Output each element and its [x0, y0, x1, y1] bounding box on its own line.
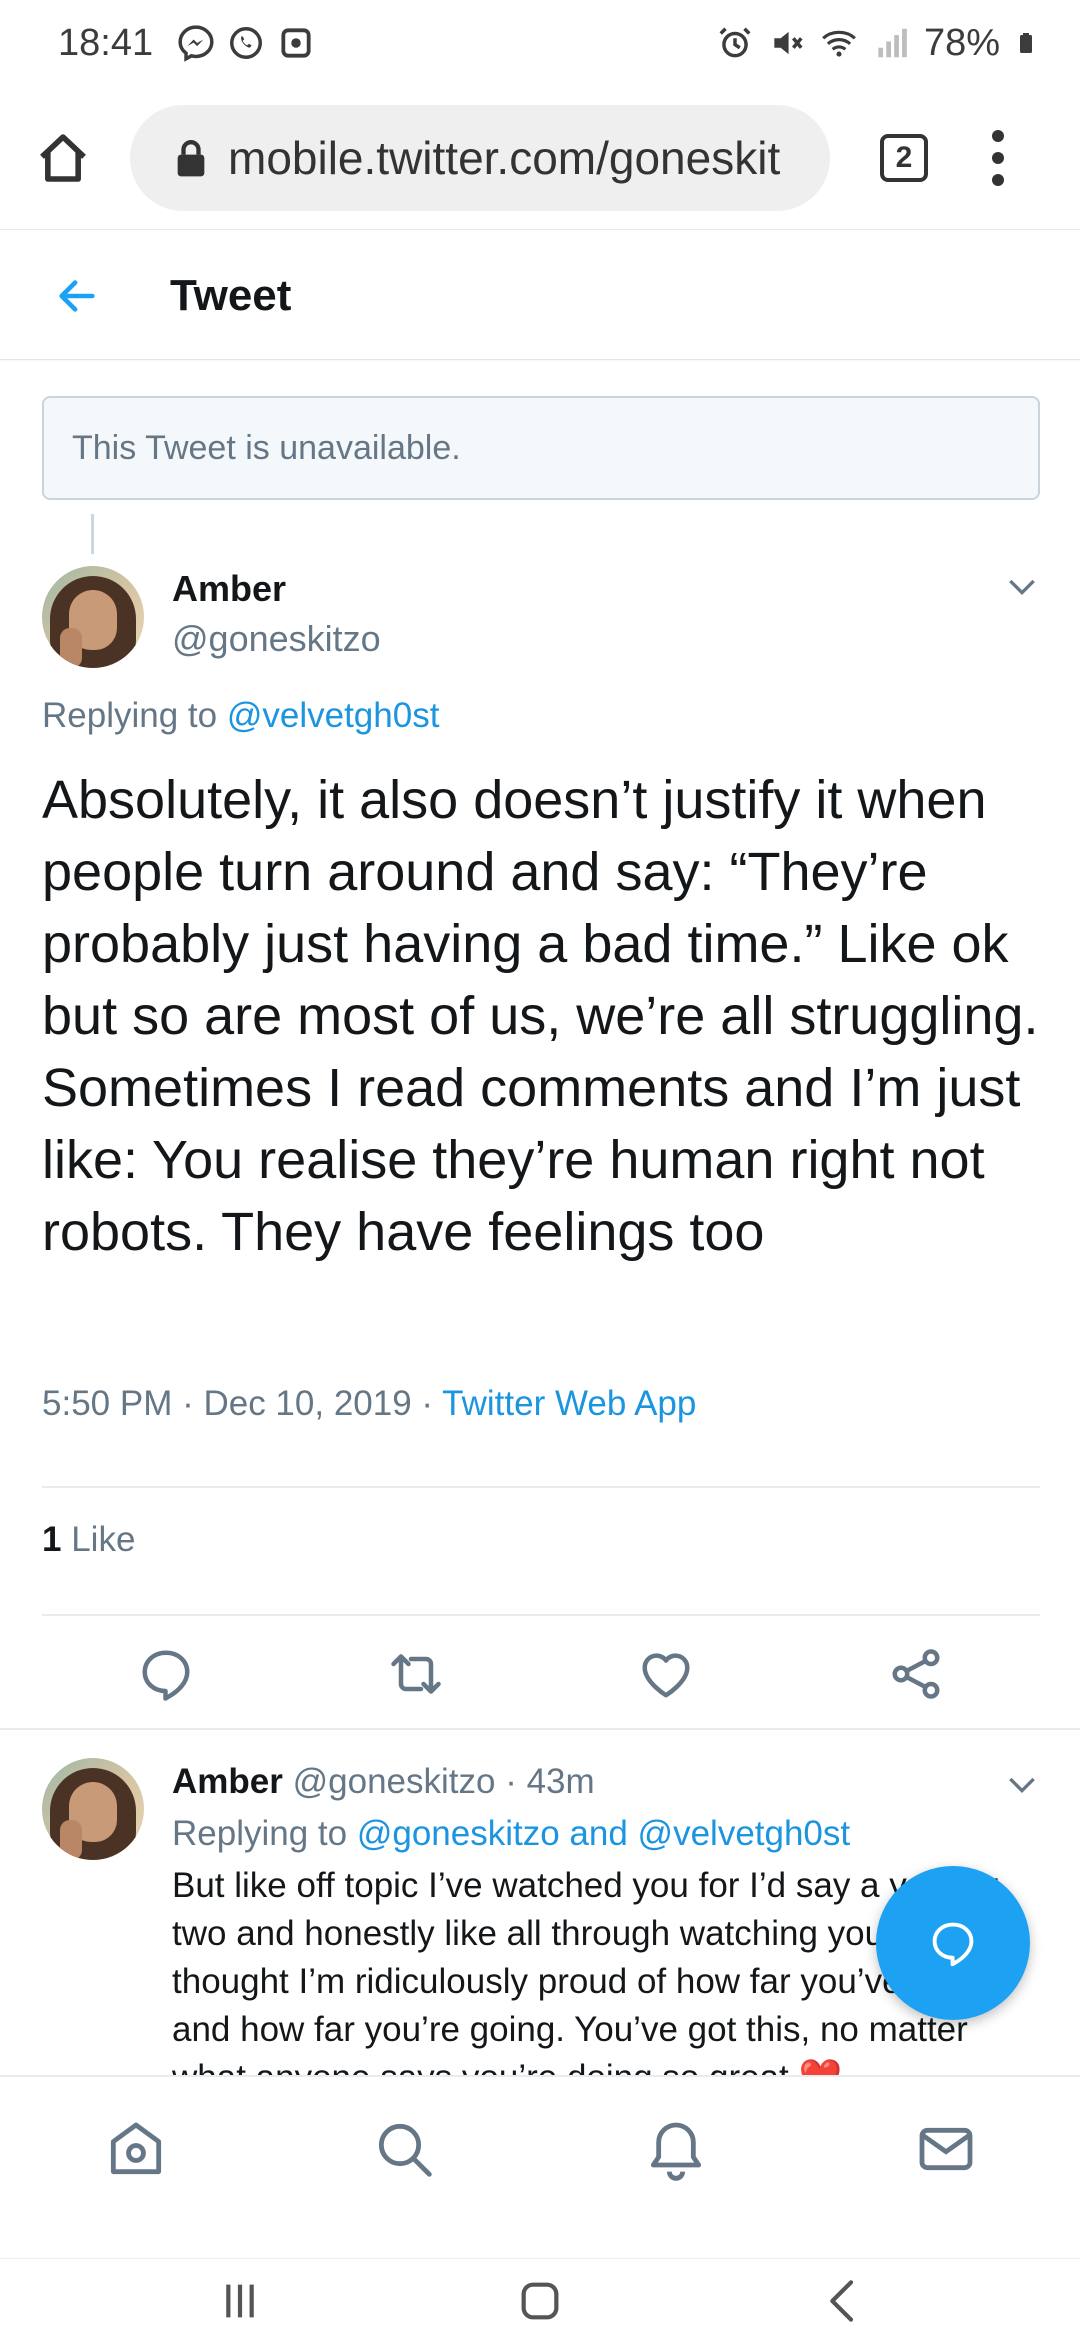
status-bar: 18:41 78% [0, 0, 1080, 86]
replying-to-link[interactable]: @goneskitzo and @velvetgh0st [357, 1814, 850, 1853]
author-handle[interactable]: @goneskitzo [172, 618, 381, 660]
reply-icon[interactable] [136, 1644, 196, 1704]
back-arrow-icon [59, 279, 95, 312]
page-header: Tweet [0, 232, 1080, 360]
retweet-icon[interactable] [386, 1644, 446, 1704]
messenger-icon [178, 25, 214, 62]
lock-icon [177, 139, 205, 176]
wifi-icon [822, 30, 856, 57]
system-navigation-bar [0, 2258, 1080, 2340]
menu-dot-icon [992, 129, 1004, 142]
likes-count[interactable]: 1 Like [42, 1520, 135, 1560]
compose-bubble-icon [932, 1922, 974, 1967]
browser-menu-button[interactable] [988, 129, 1008, 186]
avatar[interactable] [42, 566, 144, 668]
messages-icon[interactable] [914, 2117, 978, 2181]
replying-prefix: Replying to [172, 1814, 348, 1853]
address-bar[interactable]: mobile.twitter.com/goneskit [130, 104, 830, 211]
reply-age[interactable]: 43m [527, 1762, 595, 1801]
whatsapp-icon [230, 27, 263, 59]
like-icon[interactable] [636, 1644, 696, 1704]
divider [0, 1728, 1080, 1730]
tweet-actions [0, 1614, 1080, 1701]
author-name[interactable]: Amber [172, 568, 286, 610]
clock: 18:41 [58, 21, 154, 64]
page-title: Tweet [170, 270, 292, 320]
browser-home-button[interactable] [26, 121, 100, 195]
reply-header: Amber @goneskitzo · 43m [172, 1762, 595, 1801]
tweet-source[interactable]: Twitter Web App [442, 1384, 696, 1423]
home-icon[interactable] [104, 2117, 168, 2181]
tweet-text: Absolutely, it also doesn’t justify it w… [42, 770, 1039, 1262]
battery-icon [1020, 33, 1032, 53]
home-outline-icon [40, 133, 86, 182]
menu-dot-icon [992, 151, 1004, 164]
mute-icon [774, 31, 803, 55]
tweet-date[interactable]: Dec 10, 2019 [203, 1384, 411, 1423]
menu-dot-icon [992, 173, 1004, 186]
search-icon[interactable] [372, 2117, 436, 2181]
tab-switcher-button[interactable]: 2 [880, 133, 928, 182]
replying-prefix: Replying to [42, 696, 218, 735]
unavailable-tweet-notice: This Tweet is unavailable. [42, 396, 1040, 500]
reply-replying-to: Replying to @goneskitzo and @velvetgh0st [172, 1814, 850, 1854]
replying-to-link[interactable]: @velvetgh0st [227, 696, 440, 735]
url-text: mobile.twitter.com/goneskit [228, 131, 781, 184]
chevron-down-icon[interactable] [1002, 566, 1042, 606]
replying-to: Replying to @velvetgh0st [42, 696, 439, 736]
divider [42, 1486, 1040, 1488]
signal-icon [878, 28, 907, 58]
like-count-label: Like [71, 1520, 136, 1559]
reply-author-handle[interactable]: @goneskitzo [293, 1762, 496, 1801]
chevron-down-icon[interactable] [1002, 1764, 1042, 1804]
recent-apps-icon[interactable] [212, 2273, 268, 2329]
tweet-thread: This Tweet is unavailable. Amber @gonesk… [0, 360, 1080, 2075]
tweet-time[interactable]: 5:50 PM [42, 1384, 172, 1423]
tweet-meta: 5:50 PM · Dec 10, 2019 · Twitter Web App [42, 1384, 697, 1423]
compose-tweet-button[interactable] [876, 1866, 1030, 2020]
battery-percent: 78% [923, 21, 1000, 64]
back-icon[interactable] [816, 2273, 872, 2329]
back-button[interactable] [42, 261, 112, 331]
avatar[interactable] [42, 1758, 144, 1860]
home-button-icon[interactable] [512, 2273, 568, 2329]
thread-line [91, 514, 94, 554]
bottom-navigation [0, 2075, 1080, 2215]
browser-toolbar: mobile.twitter.com/goneskit 2 [0, 86, 1080, 230]
alarm-icon [719, 27, 751, 58]
screenshot-icon [281, 28, 311, 58]
like-count-value: 1 [42, 1520, 62, 1559]
notifications-icon[interactable] [644, 2117, 708, 2181]
reply-author-name[interactable]: Amber [172, 1762, 283, 1801]
share-icon[interactable] [886, 1644, 946, 1704]
